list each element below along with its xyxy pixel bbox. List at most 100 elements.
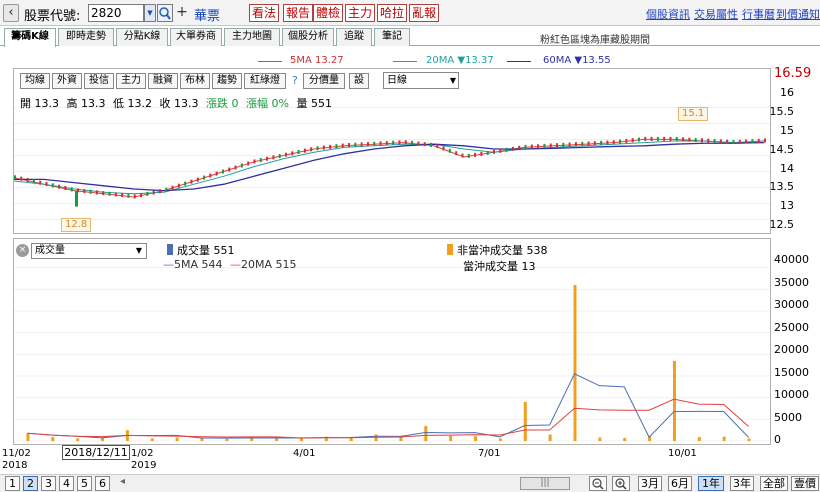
date-label: 4/01 [293, 448, 316, 459]
page-button-4[interactable]: 4 [59, 476, 74, 491]
view-button[interactable]: 看法 [249, 4, 280, 22]
candle [303, 148, 306, 153]
settings-button[interactable]: 設 [349, 73, 369, 89]
chevron-down-icon[interactable]: ▼ [144, 4, 156, 22]
report-button[interactable]: 報告 [283, 4, 314, 22]
period-select[interactable]: 日線 ▼ [383, 72, 459, 89]
candle [518, 145, 521, 150]
checkup-button[interactable]: 體檢 [313, 4, 344, 22]
tab-analysis[interactable]: 個股分析 [282, 28, 334, 46]
volume-bar [424, 425, 428, 441]
candle [20, 176, 23, 181]
add-icon[interactable]: + [175, 4, 189, 22]
tab-realtime[interactable]: 即時走勢 [58, 28, 114, 46]
zoom-in-icon[interactable] [612, 476, 630, 491]
candle [266, 156, 269, 161]
range-3y-button[interactable]: 3年 [730, 476, 754, 491]
candle [688, 137, 691, 142]
price-volume-button[interactable]: 分價量 [303, 73, 345, 89]
volume-ma-legend: —5MA 544 —20MA 515 [163, 258, 297, 271]
trend-button[interactable]: 趨勢 [212, 73, 242, 89]
volume-bar [399, 437, 403, 441]
page-button-3[interactable]: 3 [41, 476, 56, 491]
year-label: 2019 [131, 460, 157, 471]
traffic-light-button[interactable]: 紅綠燈 [244, 73, 286, 89]
page-button-1[interactable]: 1 [5, 476, 20, 491]
ma20-legend: 20MA ▼13.37 [426, 55, 494, 66]
volume-tick-label: 10000 [774, 388, 809, 401]
volume-bar [299, 438, 303, 441]
candle [581, 141, 584, 146]
tab-branch-kline[interactable]: 分點K線 [116, 28, 168, 46]
ma5-legend-line [258, 61, 282, 62]
scrollbar-thumb[interactable]: ||| [520, 477, 570, 490]
page-button-6[interactable]: 6 [95, 476, 110, 491]
tab-big-order[interactable]: 大單券商 [170, 28, 222, 46]
main-button[interactable]: 主力 [116, 73, 146, 89]
search-icon[interactable] [157, 4, 173, 22]
candle [757, 138, 760, 143]
range-3m-button[interactable]: 3月 [638, 476, 662, 491]
candle [612, 140, 615, 145]
candle [95, 190, 98, 195]
candle [719, 139, 722, 144]
calendar-link[interactable]: 行事曆 [742, 6, 775, 22]
stock-code-input[interactable]: 2820 [88, 4, 144, 22]
rumor-button[interactable]: 亂報 [409, 4, 440, 22]
page-button-2[interactable]: 2 [23, 476, 38, 491]
volume-bar [449, 435, 453, 441]
stock-info-link[interactable]: 個股資訊 [646, 6, 690, 22]
tab-track[interactable]: 追蹤 [336, 28, 372, 46]
range-1y-button[interactable]: 1年 [698, 476, 724, 491]
volume-swatch [167, 244, 173, 255]
indicator-select[interactable]: 成交量 ▼ [31, 243, 147, 259]
foreign-button[interactable]: 外資 [52, 73, 82, 89]
range-price-button[interactable]: 壹價 [791, 476, 819, 491]
candle [436, 144, 439, 149]
volume-bar [101, 437, 105, 441]
vol-ma5-text: 5MA 544 [174, 258, 223, 271]
tab-chip-kline[interactable]: 籌碼K線 [4, 28, 56, 47]
zoom-out-icon[interactable] [589, 476, 607, 491]
volume-chart-svg [14, 267, 770, 442]
main-force-button[interactable]: 主力 [345, 4, 376, 22]
price-alert-link[interactable]: 到價通知 [776, 6, 820, 22]
candle [14, 175, 16, 180]
volume-tick-label: 0 [774, 433, 781, 446]
scroll-left-icon[interactable]: ◂ [120, 476, 125, 487]
candle [404, 140, 407, 145]
candle [310, 147, 313, 152]
bollinger-button[interactable]: 布林 [180, 73, 210, 89]
candle [32, 179, 35, 184]
low-price-marker: 12.8 [61, 218, 92, 232]
help-icon[interactable]: ? [292, 74, 298, 87]
price-tick-label: 16 [780, 86, 794, 99]
candle [499, 148, 502, 153]
trade-attribute-link[interactable]: 交易屬性 [694, 6, 738, 22]
volume-bar [76, 438, 80, 441]
margin-button[interactable]: 融資 [148, 73, 178, 89]
candle [700, 138, 703, 143]
candle [366, 142, 369, 147]
chat-button[interactable]: 哈拉 [377, 4, 408, 22]
volume-tick-label: 40000 [774, 253, 809, 266]
back-button[interactable]: ‹ [3, 4, 19, 22]
range-6m-button[interactable]: 6月 [668, 476, 692, 491]
trust-button[interactable]: 投信 [84, 73, 114, 89]
range-all-button[interactable]: 全部 [760, 476, 788, 491]
candle [574, 142, 577, 147]
ma-button[interactable]: 均線 [20, 73, 50, 89]
tab-notes[interactable]: 筆記 [374, 28, 410, 46]
tab-force-map[interactable]: 主力地圖 [224, 28, 280, 46]
candle [64, 186, 67, 191]
candle [146, 191, 149, 196]
candle [385, 141, 388, 146]
ma-line-icon: — [163, 258, 174, 271]
close-icon[interactable]: × [16, 244, 29, 257]
chevron-down-icon: ▼ [449, 76, 456, 85]
candle [530, 144, 533, 149]
date-label: 11/02 [2, 448, 31, 459]
volume-bar [51, 437, 55, 441]
candle [108, 191, 111, 196]
page-button-5[interactable]: 5 [77, 476, 92, 491]
